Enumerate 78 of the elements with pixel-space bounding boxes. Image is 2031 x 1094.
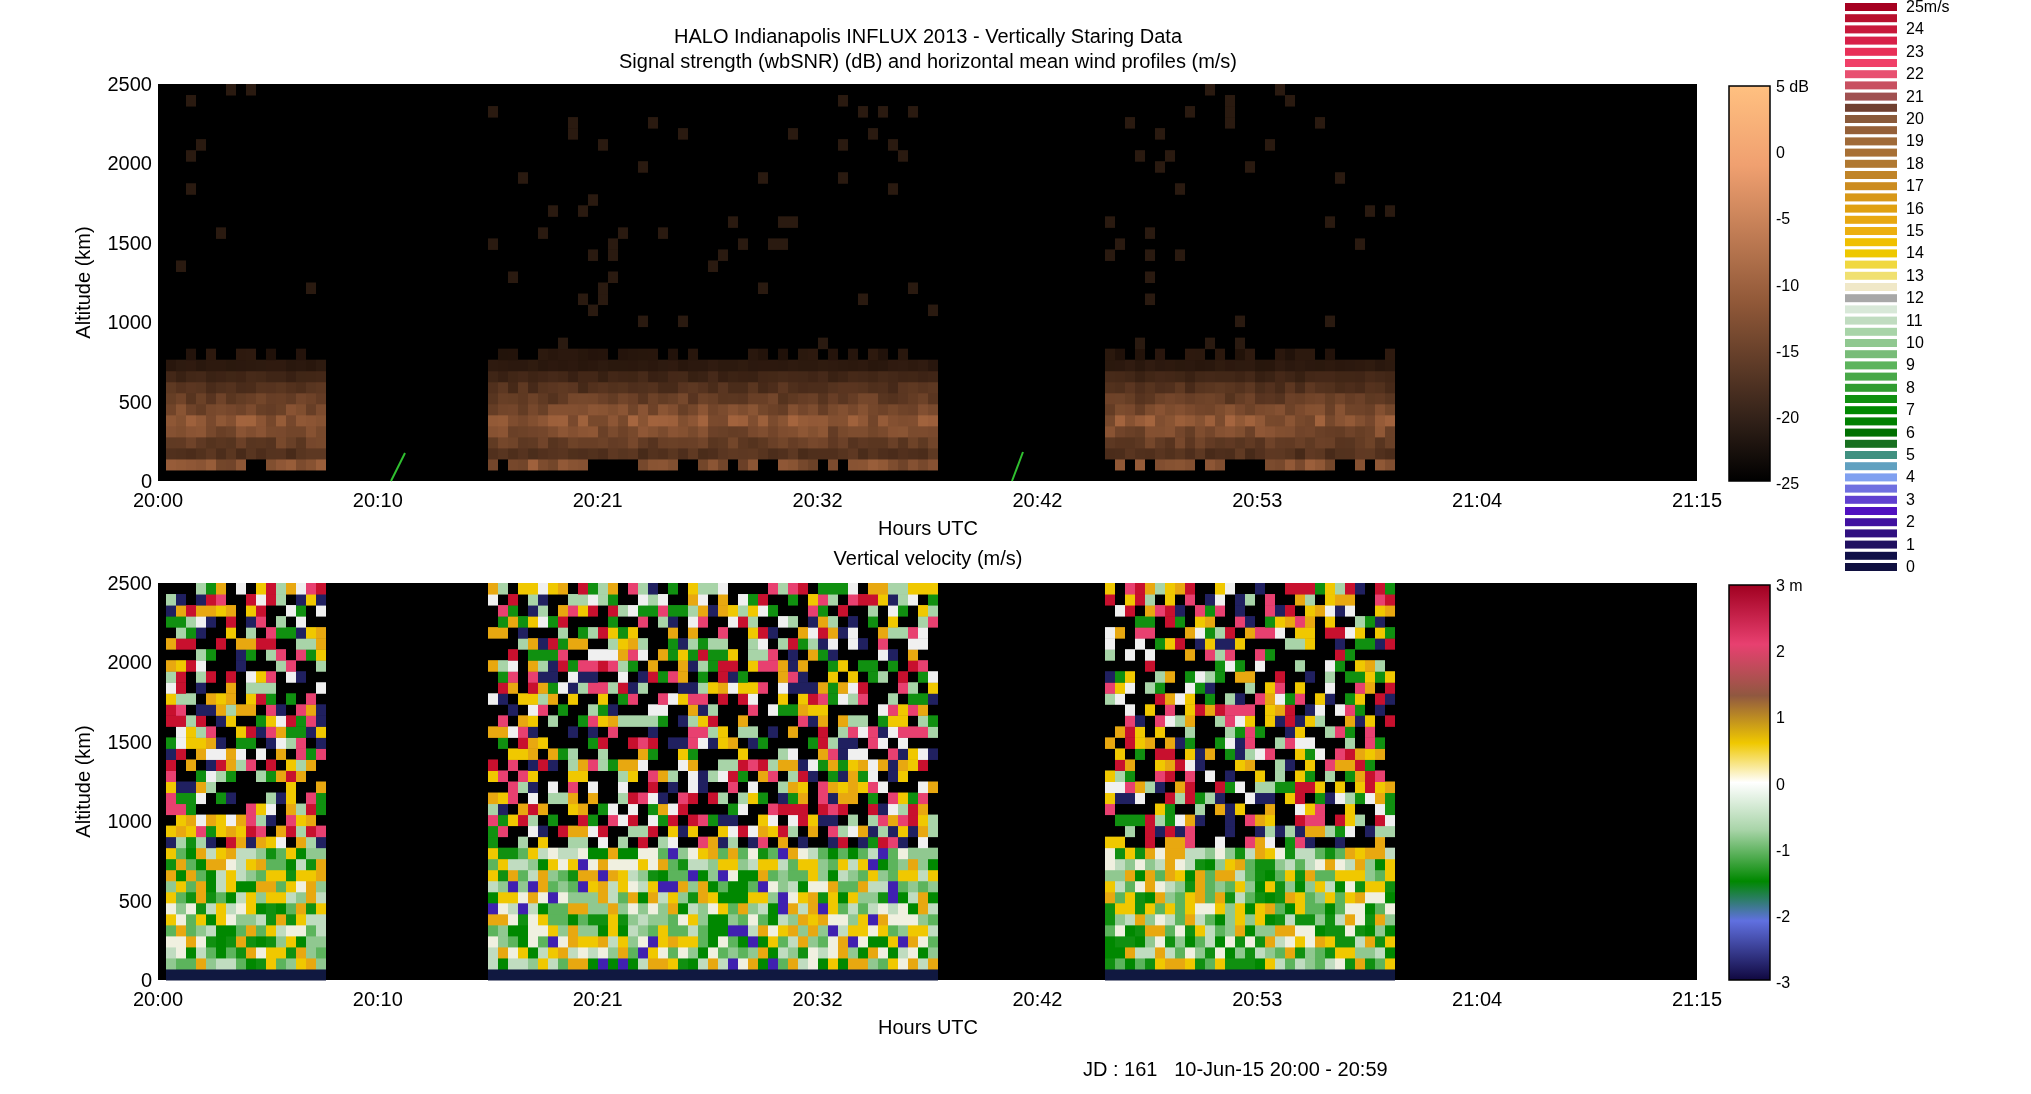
- legend-label: 18: [1906, 154, 1924, 172]
- x-tick-label: 20:32: [792, 988, 843, 1010]
- legend-label: 23: [1906, 42, 1924, 60]
- y-tick-label: 1500: [107, 730, 152, 753]
- colorbar-label: -1: [1776, 841, 1791, 859]
- legend-label: 25m/s: [1906, 0, 1950, 15]
- colorbar-label: -10: [1776, 276, 1800, 294]
- legend-label: 10: [1906, 334, 1924, 351]
- colorbar-label: -5: [1776, 210, 1791, 228]
- figure-subtitle: Signal strength (wbSNR) (dB) and horizontal mean wind profiles (m/s): [619, 50, 1237, 72]
- legend-label: 17: [1906, 177, 1924, 195]
- colorbar-label: -3: [1776, 974, 1791, 991]
- x-tick-label: 20:10: [352, 489, 403, 511]
- legend-label: 6: [1906, 423, 1915, 441]
- legend-label: 14: [1906, 244, 1924, 262]
- x-tick-label: 20:53: [1232, 988, 1283, 1010]
- legend-label: 22: [1906, 65, 1924, 83]
- colorbar-label: -15: [1776, 342, 1800, 360]
- x-tick-label: 20:42: [1012, 988, 1063, 1010]
- colorbar-label: 5 dB: [1776, 78, 1809, 95]
- x-axis-label: Hours UTC: [878, 517, 978, 539]
- y-tick-label: 2000: [107, 152, 152, 175]
- legend-label: 20: [1906, 110, 1924, 127]
- legend-label: 15: [1906, 222, 1924, 239]
- legend-label: 21: [1906, 87, 1924, 105]
- legend-label: 0: [1906, 558, 1915, 575]
- legend-label: 4: [1906, 468, 1915, 486]
- x-axis-label: Hours UTC: [878, 1016, 978, 1038]
- x-tick-label: 21:15: [1671, 988, 1723, 1010]
- y-axis-label: Altitude (km): [72, 725, 94, 838]
- colorbar-label: 1: [1776, 709, 1785, 727]
- y-tick-label: 2500: [107, 572, 152, 594]
- x-tick-label: 20:42: [1012, 489, 1063, 511]
- legend-label: 11: [1906, 311, 1923, 329]
- footer-date: JD : 161 10-Jun-15 20:00 - 20:59: [1083, 1058, 1388, 1080]
- colorbar-label: -2: [1776, 907, 1791, 925]
- legend-label: 1: [1906, 535, 1915, 553]
- colorbar-label: 0: [1776, 775, 1785, 793]
- wind-profile-line: [390, 452, 406, 482]
- x-tick-label: 21:04: [1452, 988, 1503, 1010]
- y-tick-label: 1000: [107, 810, 152, 833]
- legend-label: 13: [1906, 266, 1924, 284]
- panel-title: Vertical velocity (m/s): [833, 547, 1023, 569]
- legend-label: 5: [1906, 446, 1915, 463]
- legend-label: 8: [1906, 378, 1915, 396]
- y-tick-label: 500: [118, 889, 152, 912]
- y-axis-label: Altitude (km): [72, 226, 94, 339]
- legend-label: 16: [1906, 199, 1924, 217]
- x-tick-label: 20:21: [572, 988, 623, 1010]
- y-tick-label: 500: [118, 390, 152, 413]
- x-tick-label: 20:32: [792, 489, 843, 511]
- x-tick-label: 21:15: [1671, 489, 1723, 511]
- colorbar-label: 2: [1776, 643, 1785, 661]
- legend-label: 3: [1906, 490, 1915, 508]
- y-tick-label: 1000: [107, 311, 152, 334]
- x-tick-label: 20:00: [132, 988, 184, 1010]
- legend-label: 7: [1906, 401, 1915, 419]
- figure-title: HALO Indianapolis INFLUX 2013 - Vertically Staring Data: [674, 25, 1182, 47]
- colorbar-label: 0: [1776, 144, 1785, 162]
- y-tick-label: 0: [140, 969, 152, 991]
- y-tick-label: 2000: [107, 651, 152, 674]
- wind-profile-line: [1011, 451, 1024, 482]
- x-tick-label: 20:53: [1232, 489, 1283, 511]
- legend-label: 2: [1906, 513, 1915, 531]
- legend-label: 19: [1906, 132, 1924, 150]
- legend-label: 12: [1906, 289, 1924, 307]
- y-tick-label: 1500: [107, 231, 152, 254]
- x-tick-label: 20:21: [572, 489, 623, 511]
- colorbar-label: 3 m: [1776, 577, 1803, 594]
- legend-label: 24: [1906, 20, 1924, 38]
- legend-label: 9: [1906, 356, 1915, 374]
- y-tick-label: 2500: [107, 73, 152, 95]
- colorbar-label: -20: [1776, 408, 1800, 426]
- x-tick-label: 21:04: [1452, 489, 1503, 511]
- x-tick-label: 20:10: [352, 988, 403, 1010]
- x-tick-label: 20:00: [132, 489, 184, 511]
- colorbar-label: -25: [1776, 475, 1800, 492]
- y-tick-label: 0: [140, 470, 152, 492]
